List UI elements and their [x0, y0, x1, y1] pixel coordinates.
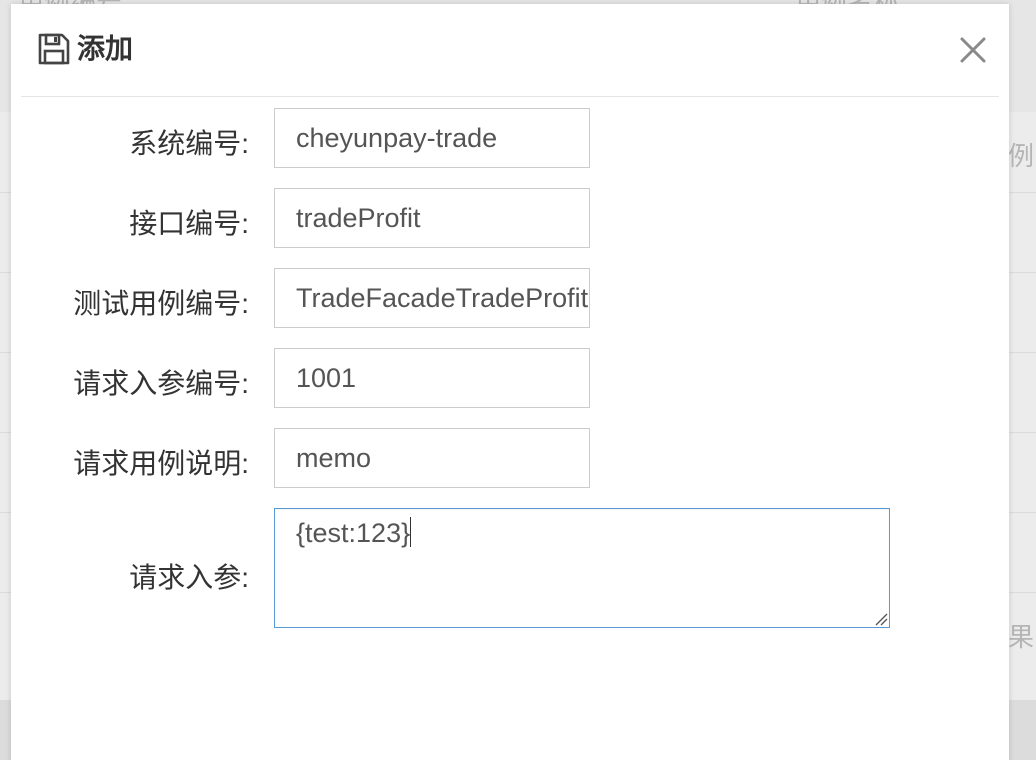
interface-id-label: 接口编号:	[129, 208, 249, 239]
text-caret	[410, 517, 412, 547]
request-params-textarea[interactable]: {test:123}	[274, 508, 890, 628]
save-icon	[38, 33, 70, 65]
case-description-label: 请求用例说明:	[73, 448, 249, 479]
request-params-value: {test:123}	[296, 518, 411, 548]
system-id-input[interactable]: cheyunpay-trade	[274, 108, 590, 168]
add-dialog: 添加 系统编号: cheyunpay-trade 接口编号: tradeProf…	[11, 4, 1009, 760]
dialog-title: 添加	[77, 33, 134, 64]
background-text-fragment: 例	[1008, 141, 1035, 171]
case-description-input[interactable]: memo	[274, 428, 590, 488]
test-case-id-input[interactable]: TradeFacadeTradeProfit	[274, 268, 590, 328]
background-text-fragment: 果	[1008, 622, 1035, 652]
close-icon[interactable]	[953, 30, 993, 70]
dialog-header: 添加	[21, 4, 999, 97]
request-param-id-input[interactable]: 1001	[274, 348, 590, 408]
interface-id-input[interactable]: tradeProfit	[274, 188, 590, 248]
system-id-label: 系统编号:	[129, 128, 249, 159]
test-case-id-label: 测试用例编号:	[73, 288, 249, 319]
request-param-id-label: 请求入参编号:	[73, 368, 249, 399]
request-params-label: 请求入参:	[129, 562, 249, 593]
resize-grip-icon[interactable]	[872, 610, 888, 626]
